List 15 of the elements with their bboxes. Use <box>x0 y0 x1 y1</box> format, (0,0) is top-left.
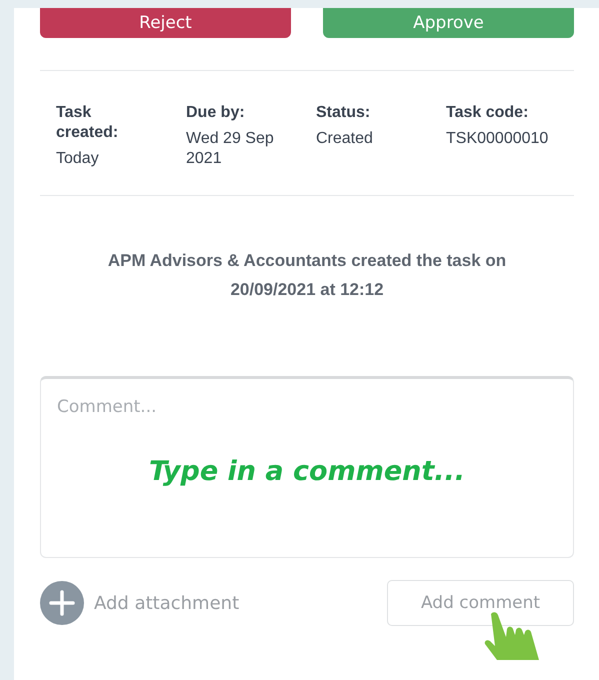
approve-button[interactable]: Approve <box>323 8 574 38</box>
detail-value: Wed 29 Sep 2021 <box>186 129 275 169</box>
detail-value: Today <box>56 149 100 169</box>
detail-label: Task created: <box>56 103 120 143</box>
detail-value: TSK00000010 <box>446 129 550 149</box>
add-attachment-button[interactable]: Add attachment <box>40 581 240 625</box>
detail-value: Created <box>316 129 374 149</box>
detail-label: Status: <box>316 103 372 123</box>
hint-caption: Type in a comment... <box>148 456 466 487</box>
activity-message: APM Advisors & Accountants created the task on 20/09/2021 at 12:12 <box>106 250 508 301</box>
detail-label: Due by: <box>186 103 246 123</box>
add-comment-button[interactable]: Add comment <box>387 580 574 626</box>
plus-icon <box>40 581 84 625</box>
reject-button[interactable]: Reject <box>40 8 291 38</box>
detail-label: Task code: <box>446 103 530 123</box>
